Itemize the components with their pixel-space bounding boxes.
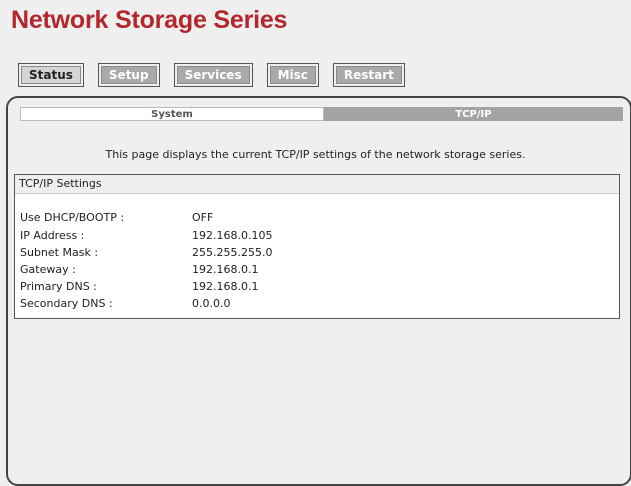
- setting-row-primary-dns: Primary DNS : 192.168.0.1: [20, 280, 258, 293]
- setting-value: 255.255.255.0: [192, 246, 273, 259]
- nav-services-button[interactable]: Services: [173, 63, 253, 87]
- setting-label: IP Address :: [20, 229, 85, 242]
- page-description: This page displays the current TCP/IP se…: [105, 148, 526, 161]
- settings-header: TCP/IP Settings: [15, 175, 619, 194]
- setting-label: Primary DNS :: [20, 280, 97, 293]
- nav-misc-label: Misc: [269, 66, 316, 84]
- nav-misc-button[interactable]: Misc: [266, 63, 319, 87]
- setting-value: OFF: [192, 211, 214, 224]
- main-nav: Status Setup Services Misc Restart: [18, 63, 405, 87]
- setting-label: Secondary DNS :: [20, 297, 113, 310]
- nav-setup-button[interactable]: Setup: [97, 63, 160, 87]
- setting-label: Subnet Mask :: [20, 246, 99, 259]
- setting-row-gateway: Gateway : 192.168.0.1: [20, 263, 258, 276]
- setting-row-ip: IP Address : 192.168.0.105: [20, 229, 272, 242]
- setting-value: 192.168.0.1: [192, 280, 259, 293]
- setting-label: Use DHCP/BOOTP :: [20, 211, 125, 224]
- nav-setup-label: Setup: [100, 66, 157, 84]
- tab-system[interactable]: System: [20, 107, 324, 121]
- setting-value: 0.0.0.0: [192, 297, 231, 310]
- setting-label: Gateway :: [20, 263, 76, 276]
- nav-services-label: Services: [176, 66, 250, 84]
- setting-row-subnet: Subnet Mask : 255.255.255.0: [20, 246, 272, 259]
- nav-status-label: Status: [21, 66, 81, 84]
- setting-value: 192.168.0.105: [192, 229, 273, 242]
- setting-value: 192.168.0.1: [192, 263, 259, 276]
- sub-tabs: System TCP/IP: [20, 107, 623, 121]
- nav-status-button[interactable]: Status: [18, 63, 84, 87]
- tcpip-settings-box: TCP/IP Settings Use DHCP/BOOTP : OFF IP …: [14, 174, 620, 319]
- setting-row-secondary-dns: Secondary DNS : 0.0.0.0: [20, 297, 230, 310]
- page-title: Network Storage Series: [11, 6, 288, 34]
- setting-row-dhcp: Use DHCP/BOOTP : OFF: [20, 211, 213, 224]
- nav-restart-label: Restart: [335, 66, 402, 84]
- nav-restart-button[interactable]: Restart: [332, 63, 405, 87]
- tab-tcpip[interactable]: TCP/IP: [324, 107, 623, 121]
